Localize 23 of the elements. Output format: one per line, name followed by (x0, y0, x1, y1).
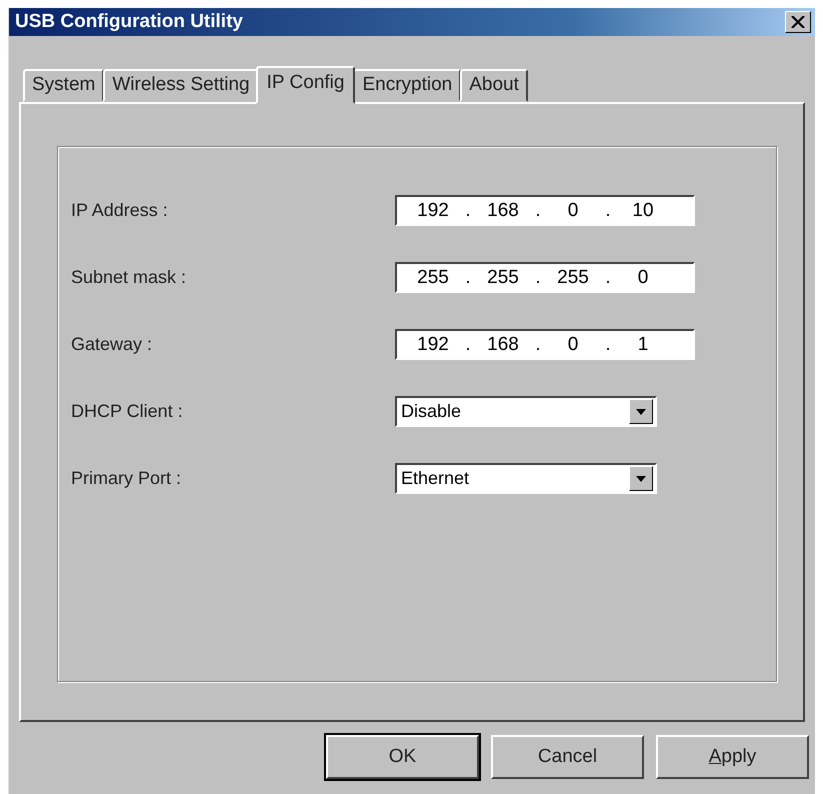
ip-address-field[interactable]: 192 . 168 . 0 . 1 (395, 329, 695, 360)
field-label: IP Address : (71, 200, 169, 221)
field-label: DHCP Client : (71, 401, 184, 422)
dialog-button[interactable]: Apply (656, 735, 809, 779)
window-title: USB Configuration Utility (15, 11, 243, 33)
ip-address-field[interactable]: 192 . 168 . 0 . 10 (395, 195, 695, 226)
close-icon (791, 16, 805, 28)
dropdown-arrow-icon (636, 476, 646, 482)
dialog-button[interactable]: OK (326, 735, 479, 779)
dropdown[interactable]: Disable (395, 396, 657, 427)
tab[interactable]: Encryption (353, 69, 462, 102)
close-button[interactable] (785, 11, 811, 33)
tab[interactable]: Wireless Setting (103, 69, 259, 102)
field-label: Subnet mask : (71, 267, 188, 288)
dropdown[interactable]: Ethernet (395, 463, 657, 494)
tab[interactable]: IP Config (256, 66, 356, 104)
tab[interactable]: About (460, 69, 528, 102)
ip-address-field[interactable]: 255 . 255 . 255 . 0 (395, 262, 695, 293)
dialog-button[interactable]: Cancel (491, 735, 644, 779)
dropdown-arrow-icon (636, 408, 646, 414)
tab[interactable]: System (23, 69, 104, 102)
field-label: Gateway : (71, 334, 154, 355)
field-label: Primary Port : (71, 468, 182, 489)
